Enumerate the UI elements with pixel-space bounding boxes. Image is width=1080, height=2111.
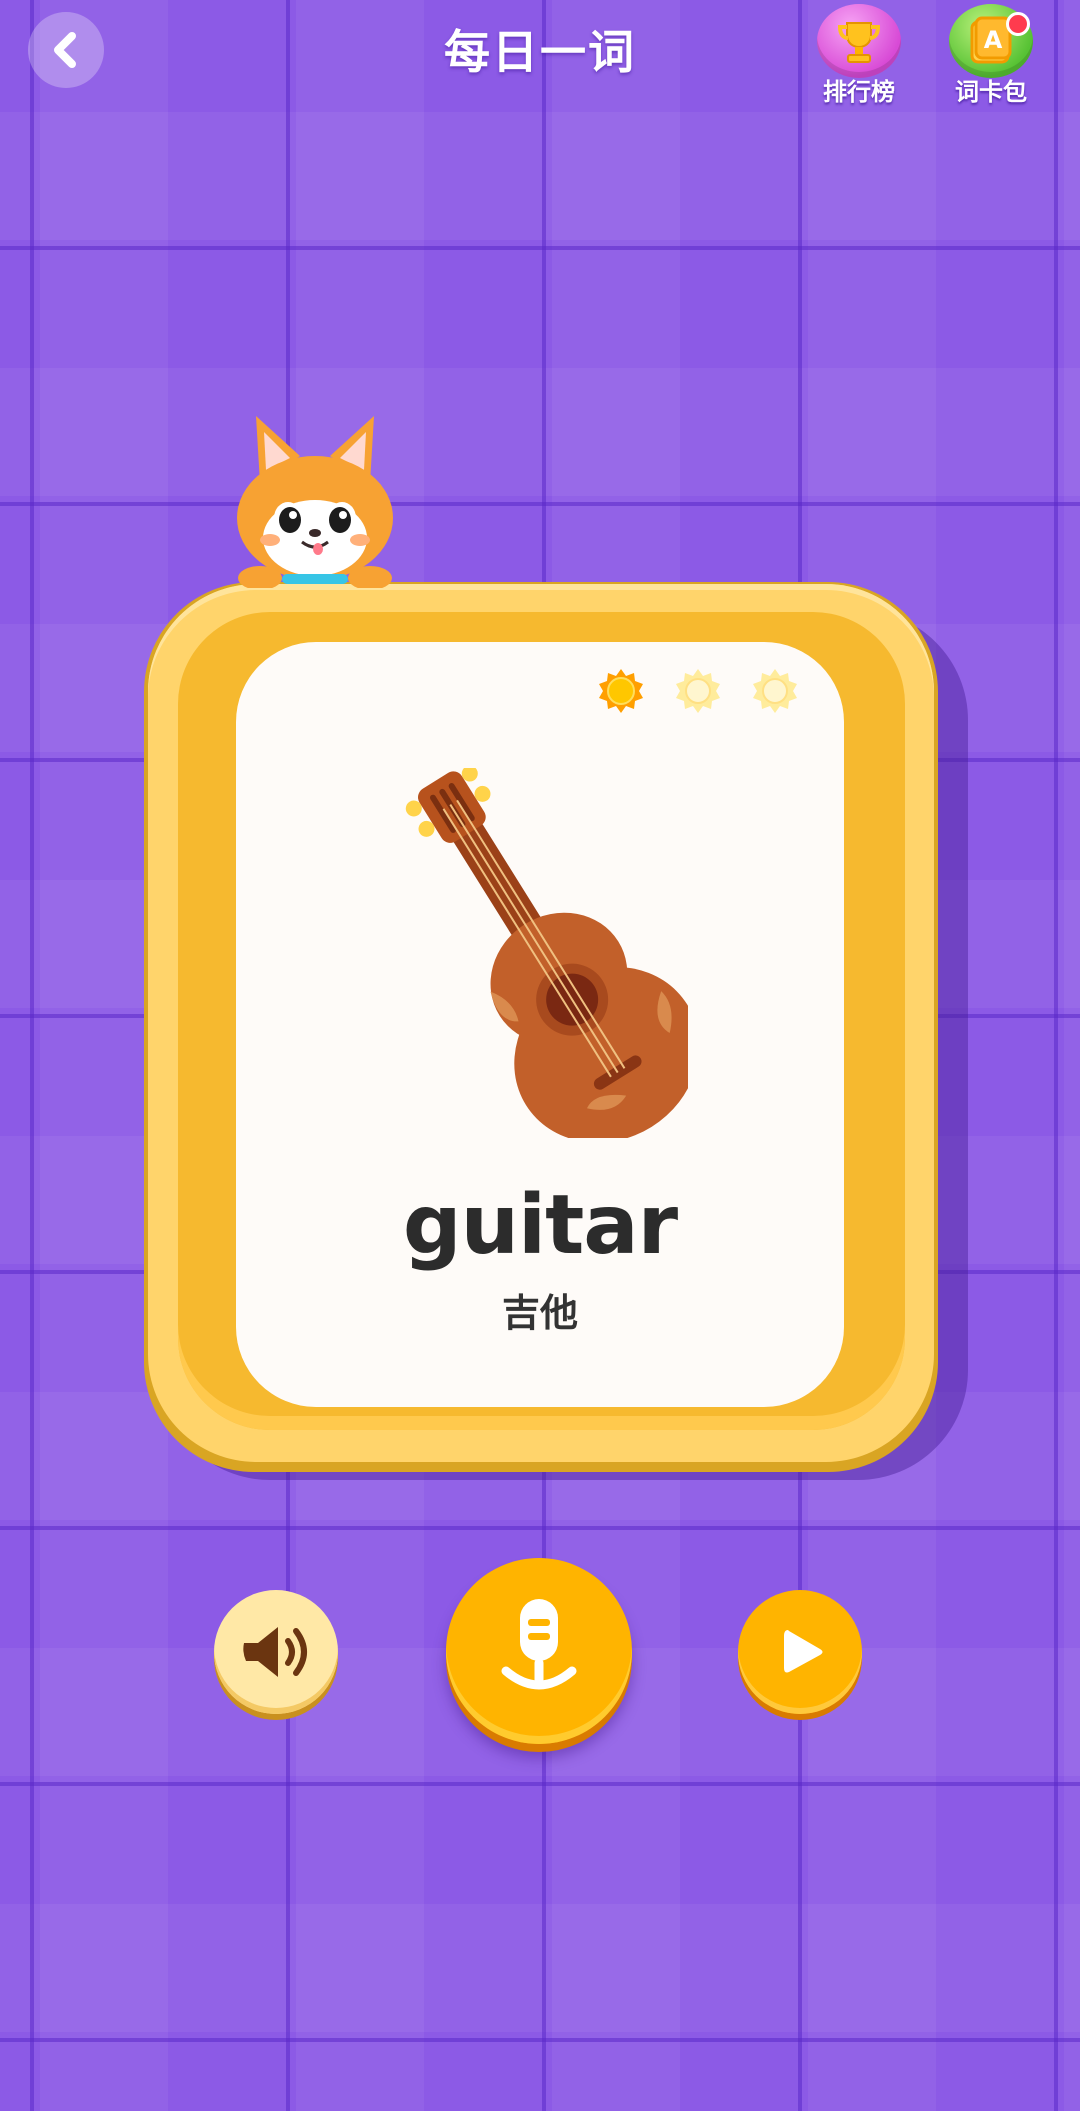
record-button[interactable] (446, 1558, 632, 1744)
pronounce-button[interactable] (214, 1590, 338, 1714)
play-icon (784, 1630, 823, 1673)
svg-text:A: A (984, 26, 1003, 54)
word-cards-label: 词卡包 (955, 78, 1027, 106)
microphone-icon (501, 1599, 577, 1690)
sun-star-filled-icon (599, 669, 643, 713)
translation-text: 吉他 (501, 1291, 578, 1335)
trophy-icon (837, 22, 881, 63)
word-text: guitar (402, 1178, 678, 1273)
leaderboard-button[interactable]: 排行榜 (814, 4, 904, 107)
play-button[interactable] (738, 1590, 862, 1714)
leaderboard-label: 排行榜 (823, 78, 895, 106)
fox-mascot (237, 416, 393, 588)
speaker-icon (243, 1627, 307, 1677)
notification-dot (1006, 12, 1030, 36)
word-cards-button[interactable]: A 词卡包 (946, 4, 1036, 107)
guitar-illustration (405, 768, 688, 1138)
page-title: 每日一词 (444, 25, 636, 79)
star-rating (598, 668, 798, 714)
sun-star-empty-icon (676, 669, 720, 713)
sun-star-empty-icon (753, 669, 797, 713)
